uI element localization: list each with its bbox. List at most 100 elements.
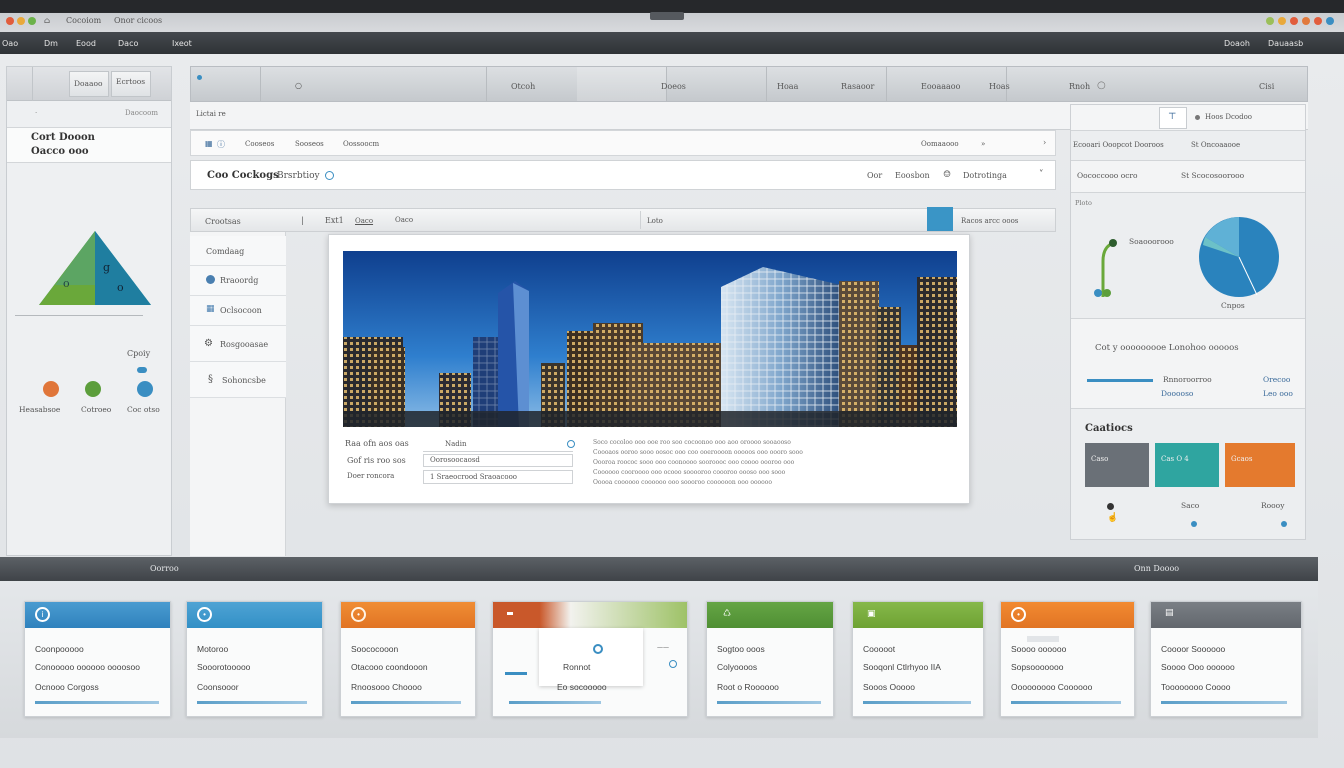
info-item: Rnnoroorroo <box>1163 375 1212 384</box>
tile-bag-icon: ▣ <box>867 609 876 619</box>
toolbar-item[interactable]: Oossoocm <box>343 140 379 148</box>
title-bar-top <box>0 0 1344 12</box>
header-item[interactable]: Rnoh <box>1069 82 1090 91</box>
tile-chat-icon: • <box>197 607 212 622</box>
paragraph-line: Coooaos ooroo sooo oosoc ooo coo ooerooo… <box>593 449 803 456</box>
header-circle-icon[interactable]: ○ <box>1097 80 1106 91</box>
sidebar-tab[interactable]: Doaaoo <box>69 71 109 97</box>
toolbar-arrow-icon[interactable]: » <box>981 140 985 148</box>
home-icon[interactable]: ⌂ <box>44 16 50 25</box>
dashboard-tile[interactable]: i Coonpooooo Conooooo oooooo oooosoo Ocn… <box>24 601 171 717</box>
filter-field[interactable]: Oaco <box>387 211 641 229</box>
toolbar-caret-icon[interactable]: › <box>1043 138 1046 147</box>
breadcrumb[interactable]: Lictai re <box>196 110 226 118</box>
status-close-icon[interactable] <box>1314 17 1322 25</box>
header-item[interactable]: Hoas <box>989 82 1010 91</box>
right-row[interactable]: Ecooari Ooopcot Dooroos St Oncoaaooe <box>1071 131 1305 161</box>
dashboard-tile[interactable]: ♺ Sogtoo ooos Colyoooos Root o Roooooo <box>706 601 834 717</box>
filter-mid2[interactable]: Oaco <box>355 217 373 225</box>
cursor-hand-icon: ☝ <box>1107 513 1119 523</box>
right-row[interactable]: Oococcooo ocro St Scocosoorooo <box>1071 161 1305 193</box>
tile-line: Motoroo <box>197 644 229 654</box>
filter-mid[interactable]: Ext1 <box>325 216 344 225</box>
title-tab-2[interactable]: Onor cicoos <box>114 16 162 25</box>
dropdown-chevron-icon[interactable]: ˅ <box>1039 170 1044 180</box>
content-card: Raa ofn aos oas Nadin Gof ris roo sos Oo… <box>328 234 970 504</box>
header-segment[interactable]: ○ <box>261 67 487 101</box>
blue-circle-icon[interactable] <box>137 381 153 397</box>
nav-item[interactable]: Comdaag <box>190 236 286 266</box>
triangle-label: g <box>103 261 110 274</box>
bottom-bar-left[interactable]: Oorroo <box>150 564 179 573</box>
status-orange-icon <box>1302 17 1310 25</box>
menu-item-right[interactable]: Doaoh <box>1224 39 1250 48</box>
form-input[interactable]: 1 Sraeocrood Sraoacooo <box>423 470 573 484</box>
info-item[interactable]: Dooooso <box>1161 389 1193 398</box>
tile-small-radio-icon[interactable] <box>669 660 677 668</box>
title-tab-1[interactable]: Cocoiom <box>66 16 101 25</box>
info-item[interactable]: Leo ooo <box>1263 389 1293 398</box>
swatch[interactable]: Caso <box>1085 443 1149 487</box>
pie-chart <box>1199 217 1279 297</box>
header-item[interactable]: Cisi <box>1259 82 1274 91</box>
toolbar-item[interactable]: Cooseos <box>245 140 274 148</box>
dashboard-tile[interactable]: • Soooo oooooo Sopsooooooo Ooooooooo Coo… <box>1000 601 1135 717</box>
header-segment <box>577 67 667 101</box>
menu-item-right[interactable]: Dauaasb <box>1268 39 1303 48</box>
orange-circle-icon[interactable] <box>43 381 59 397</box>
dashboard-tile[interactable]: • Soococooon Otacooo coondooon Rnoosooo … <box>340 601 476 717</box>
tile-line: Colyoooos <box>717 662 758 672</box>
nav-item-label: Rraoordg <box>220 276 259 285</box>
sidebar-title-block: Cort Dooon Oacco ooo <box>7 127 171 163</box>
menu-item[interactable]: Eood <box>76 39 96 48</box>
info-circle-icon[interactable] <box>325 171 334 180</box>
header-item[interactable]: Otcoh <box>511 82 535 91</box>
tile-popup <box>539 628 643 686</box>
swatch[interactable]: Gcaos <box>1225 443 1295 487</box>
toolbar-grid-icon[interactable]: ▦ <box>205 139 213 148</box>
dashboard-tile[interactable]: ▣ Cooooot Sooqonl Ctlrhyoo IIA Sooos Ooo… <box>852 601 984 717</box>
bottom-bar-right[interactable]: Onn Doooo <box>1134 564 1179 573</box>
dashboard-tile[interactable]: • Motoroo Sooorotooooo Coonsooor <box>186 601 323 717</box>
menu-item[interactable]: Ixeot <box>172 39 192 48</box>
menu-item[interactable]: Oao <box>2 39 18 48</box>
menu-item[interactable]: Daco <box>118 39 138 48</box>
sidebar-tab[interactable]: Ecrtoos <box>111 71 151 97</box>
nav-item[interactable]: § Sohoncsbe <box>190 362 286 398</box>
menu-item[interactable]: Dm <box>44 39 58 48</box>
filter-right[interactable]: Racos arcc ooos <box>961 217 1018 225</box>
form-radio-icon[interactable] <box>567 440 575 448</box>
dashboard-tile[interactable]: —— Ronnot Eo socooooo <box>492 601 688 717</box>
form-input[interactable]: Oorosoocaosd <box>423 454 573 467</box>
close-icon[interactable] <box>6 17 14 25</box>
toolbar-right[interactable]: Oomaaooo <box>921 140 959 148</box>
right-toolbar-label[interactable]: Hoos Dcodoo <box>1205 113 1252 121</box>
nav-item[interactable]: ⚙ Rosgooasae <box>190 326 286 362</box>
toolbar-info-icon[interactable]: ⓘ <box>217 139 225 150</box>
tile-line: Coooor Soooooo <box>1161 644 1226 654</box>
dashboard-tile[interactable]: ▤ Coooor Soooooo Soooo Ooo oooooo Tooooo… <box>1150 601 1302 717</box>
pie-caption: Cnpos <box>1221 301 1245 310</box>
title-row-item[interactable]: Oor <box>867 171 882 180</box>
user-icon[interactable]: ☺ <box>943 170 951 180</box>
minimize-icon[interactable] <box>17 17 25 25</box>
filter-toggle-icon[interactable] <box>927 207 953 231</box>
header-item[interactable]: Rasaoor <box>841 82 874 91</box>
title-row-item[interactable]: Dotrotinga <box>963 171 1007 180</box>
tile-line: Sooos Ooooo <box>863 682 915 692</box>
pin-dot-icon[interactable] <box>1107 503 1114 510</box>
pin-button[interactable]: ⊤ <box>1159 107 1187 129</box>
swatch[interactable]: Cas O 4 <box>1155 443 1219 487</box>
green-circle-icon[interactable] <box>85 381 101 397</box>
paragraph-line: Soco cocoloo ooo ooe roo soo cocoonoo oo… <box>593 439 791 446</box>
form-input[interactable]: Nadin <box>423 439 573 452</box>
toolbar-item[interactable]: Sooseos <box>295 140 324 148</box>
title-row-item[interactable]: Eoosbon <box>895 171 930 180</box>
tile-radio-icon[interactable] <box>593 644 603 654</box>
tile-line: Toooooooo Coooo <box>1161 682 1231 692</box>
info-item[interactable]: Orecoo <box>1263 375 1290 384</box>
maximize-icon[interactable] <box>28 17 36 25</box>
nav-item[interactable]: ▦ Oclsocoon <box>190 296 286 326</box>
nav-item-label: Comdaag <box>206 247 245 256</box>
nav-item[interactable]: Rraoordg <box>190 266 286 296</box>
